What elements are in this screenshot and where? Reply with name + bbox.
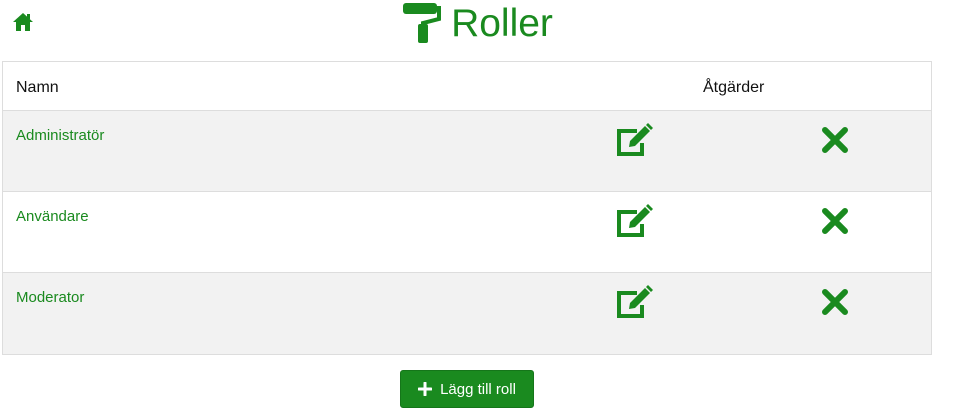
table-row: Användare <box>3 192 931 273</box>
column-header-name: Namn <box>16 79 59 96</box>
delete-button[interactable] <box>822 289 848 315</box>
edit-icon <box>617 204 653 237</box>
page-title: Roller <box>451 1 553 45</box>
edit-button[interactable] <box>615 285 653 321</box>
close-icon <box>822 289 848 315</box>
table-row: Moderator <box>3 273 931 354</box>
add-role-button[interactable]: Lägg till roll <box>400 370 534 408</box>
paint-roller-icon <box>403 3 442 43</box>
edit-button[interactable] <box>615 204 653 240</box>
edit-button[interactable] <box>615 123 653 159</box>
table-header: Namn Åtgärder <box>3 62 931 111</box>
table-row: Administratör <box>3 111 931 192</box>
roles-table: Namn Åtgärder Administratör Användare Mo… <box>2 61 932 355</box>
add-role-label: Lägg till roll <box>440 380 516 398</box>
page-header: Roller <box>0 0 956 46</box>
role-link[interactable]: Administratör <box>16 127 104 144</box>
close-icon <box>822 127 848 153</box>
plus-icon <box>418 382 433 396</box>
column-header-actions: Åtgärder <box>703 79 765 96</box>
edit-icon <box>617 123 653 156</box>
close-icon <box>822 208 848 234</box>
edit-icon <box>617 285 653 318</box>
delete-button[interactable] <box>822 208 848 234</box>
role-link[interactable]: Användare <box>16 208 89 225</box>
role-link[interactable]: Moderator <box>16 289 84 306</box>
delete-button[interactable] <box>822 127 848 153</box>
